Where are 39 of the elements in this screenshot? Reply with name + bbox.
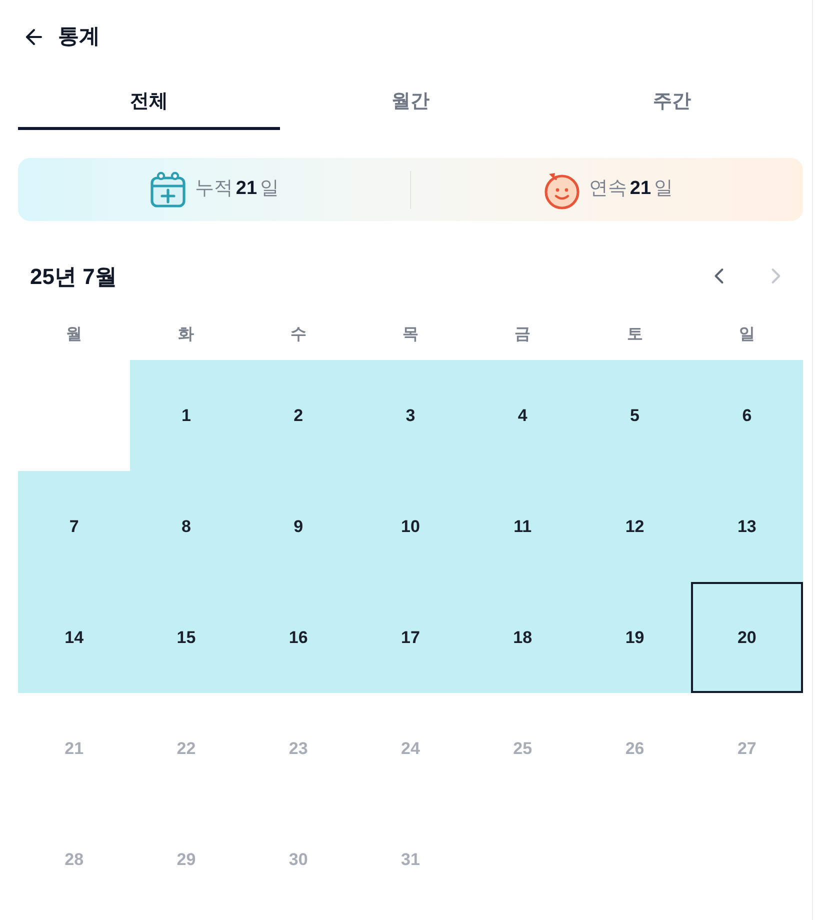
- day-cell[interactable]: 14: [18, 582, 130, 693]
- month-title: 25년 7월: [30, 262, 117, 290]
- stat-unit: 일: [260, 177, 280, 202]
- day-cell[interactable]: 16: [242, 582, 354, 693]
- day-cell[interactable]: 13: [690, 471, 803, 582]
- day-cell[interactable]: 8: [130, 471, 242, 582]
- day-cell[interactable]: 7: [18, 471, 130, 582]
- day-cell[interactable]: 9: [242, 471, 354, 582]
- weekday-label: 목: [402, 325, 418, 345]
- weekday-label: 토: [626, 325, 643, 345]
- weekday-label: 월: [66, 325, 82, 345]
- tab[interactable]: 주간: [541, 74, 803, 130]
- weekday-label: 화: [178, 325, 194, 345]
- stat-unit: 일: [654, 177, 674, 202]
- weekday-label: 수: [290, 325, 306, 345]
- stat-value: 21: [630, 177, 652, 202]
- stat-label: 연속: [588, 177, 627, 202]
- weekday-label: 금: [514, 325, 531, 345]
- calendar-plus-icon: [148, 170, 187, 208]
- day-cell[interactable]: 10: [354, 471, 467, 582]
- tab[interactable]: 전체: [18, 74, 280, 130]
- day-cell[interactable]: 5: [578, 360, 691, 471]
- day-cell[interactable]: 20: [690, 582, 803, 693]
- tab[interactable]: 월간: [280, 74, 542, 130]
- day-cell[interactable]: 3: [354, 360, 467, 471]
- day-cell[interactable]: 2: [242, 360, 354, 471]
- weekday-label: 일: [738, 325, 755, 345]
- day-cell[interactable]: 17: [354, 582, 467, 693]
- day-cell[interactable]: 4: [466, 360, 579, 471]
- day-cell[interactable]: 1: [130, 360, 242, 471]
- stat-value: 21: [236, 177, 258, 202]
- day-cell[interactable]: 15: [130, 582, 242, 693]
- day-cell[interactable]: 11: [466, 471, 579, 582]
- day-cell[interactable]: 18: [466, 582, 579, 693]
- page-title: 통계: [58, 24, 100, 50]
- day-cell[interactable]: 6: [690, 360, 803, 471]
- day-cell[interactable]: 12: [578, 471, 691, 582]
- day-cell[interactable]: 19: [578, 582, 691, 693]
- stat-label: 누적: [194, 177, 233, 202]
